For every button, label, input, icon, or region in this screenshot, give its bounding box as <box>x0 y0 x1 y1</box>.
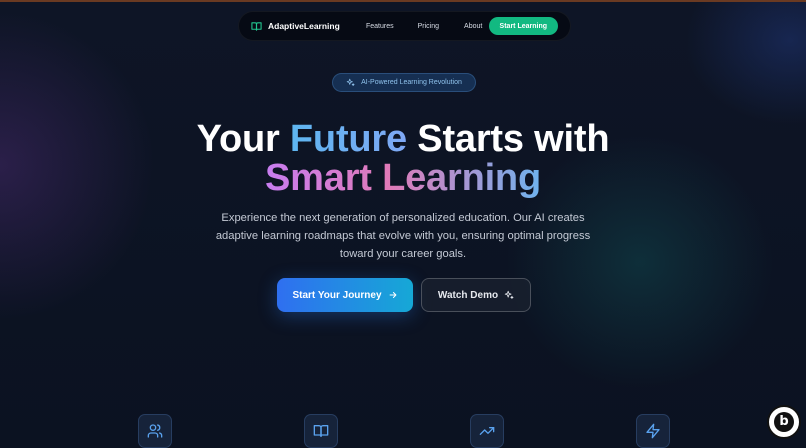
book-open-icon <box>313 425 329 437</box>
users-icon <box>147 424 163 438</box>
top-border <box>0 0 806 2</box>
feature-users-tile <box>138 414 172 448</box>
hero-headline-line2: Smart Learning <box>0 158 806 198</box>
brand-name: AdaptiveLearning <box>268 21 340 31</box>
badge-text: AI-Powered Learning Revolution <box>361 79 462 86</box>
headline-highlight-future: Future <box>289 118 407 160</box>
b-logo-icon: b <box>774 412 794 432</box>
headline-word-your: Your <box>196 118 280 160</box>
headline-starts-with: Starts with <box>417 118 610 160</box>
nav-link-about[interactable]: About <box>464 23 482 30</box>
zap-icon <box>646 423 660 439</box>
headline-highlight-smart-learning: Smart Learning <box>265 157 541 199</box>
nav-link-features[interactable]: Features <box>366 23 394 30</box>
brand-logo[interactable]: AdaptiveLearning <box>251 21 359 32</box>
sparkles-icon <box>504 290 514 299</box>
start-journey-button[interactable]: Start Your Journey <box>277 278 413 312</box>
hero-headline-line1: Your Future Starts with <box>0 119 806 159</box>
arrow-right-icon <box>389 292 396 298</box>
feature-zap-tile <box>636 414 670 448</box>
sparkles-icon <box>346 78 355 87</box>
feature-book-tile <box>304 414 338 448</box>
start-learning-button[interactable]: Start Learning <box>488 17 558 35</box>
trending-up-icon <box>479 427 495 435</box>
hero-subtitle: Experience the next generation of person… <box>215 212 591 260</box>
navbar: AdaptiveLearning Features Pricing About … <box>238 11 571 41</box>
built-with-badge-logo[interactable]: b <box>767 405 801 439</box>
nav-link-pricing[interactable]: Pricing <box>418 23 439 30</box>
feature-trend-tile <box>470 414 504 448</box>
watch-demo-button[interactable]: Watch Demo <box>421 278 531 312</box>
watch-demo-label: Watch Demo <box>437 289 499 301</box>
start-journey-label: Start Your Journey <box>292 289 382 301</box>
hero-badge: AI-Powered Learning Revolution <box>332 73 476 92</box>
book-logo-icon <box>251 21 262 31</box>
